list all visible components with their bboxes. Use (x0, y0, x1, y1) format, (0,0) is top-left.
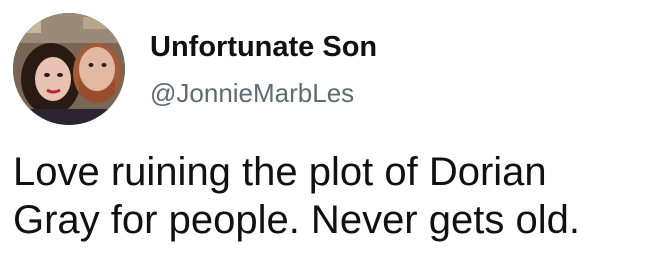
avatar[interactable] (13, 13, 125, 125)
author-handle[interactable]: @JonnieMarbLes (150, 77, 354, 109)
tweet-card: Unfortunate Son @JonnieMarbLes Love ruin… (0, 0, 653, 275)
tweet-text-line: Love ruining the plot of Dorian (13, 150, 547, 194)
tweet-text-line: Gray for people. Never gets old. (13, 198, 580, 242)
tweet-text: Love ruining the plot of Dorian Gray for… (13, 148, 643, 244)
avatar-photo-icon (13, 13, 125, 125)
author-display-name[interactable]: Unfortunate Son (150, 29, 377, 65)
